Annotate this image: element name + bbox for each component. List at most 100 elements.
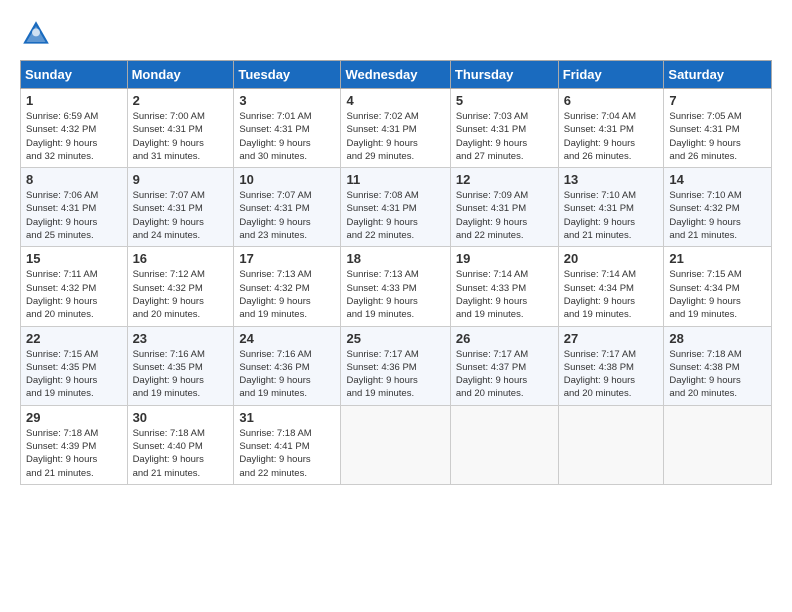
- day-info: Sunrise: 7:13 AM Sunset: 4:33 PM Dayligh…: [346, 268, 444, 321]
- day-cell: 17 Sunrise: 7:13 AM Sunset: 4:32 PM Dayli…: [234, 247, 341, 326]
- day-number: 16: [133, 251, 229, 266]
- day-cell: 18 Sunrise: 7:13 AM Sunset: 4:33 PM Dayli…: [341, 247, 450, 326]
- day-number: 31: [239, 410, 335, 425]
- day-cell: 6 Sunrise: 7:04 AM Sunset: 4:31 PM Daylig…: [558, 89, 664, 168]
- day-cell: 23 Sunrise: 7:16 AM Sunset: 4:35 PM Dayli…: [127, 326, 234, 405]
- day-info: Sunrise: 7:03 AM Sunset: 4:31 PM Dayligh…: [456, 110, 553, 163]
- day-number: 30: [133, 410, 229, 425]
- day-cell: 5 Sunrise: 7:03 AM Sunset: 4:31 PM Daylig…: [450, 89, 558, 168]
- day-cell: 27 Sunrise: 7:17 AM Sunset: 4:38 PM Dayli…: [558, 326, 664, 405]
- day-cell: 14 Sunrise: 7:10 AM Sunset: 4:32 PM Dayli…: [664, 168, 772, 247]
- weekday-wednesday: Wednesday: [341, 61, 450, 89]
- day-cell: 22 Sunrise: 7:15 AM Sunset: 4:35 PM Dayli…: [21, 326, 128, 405]
- day-info: Sunrise: 7:01 AM Sunset: 4:31 PM Dayligh…: [239, 110, 335, 163]
- day-cell: 7Sunrise: 7:05 AM Sunset: 4:31 PM Daylig…: [664, 89, 772, 168]
- day-info: Sunrise: 7:02 AM Sunset: 4:31 PM Dayligh…: [346, 110, 444, 163]
- day-cell: 3 Sunrise: 7:01 AM Sunset: 4:31 PM Daylig…: [234, 89, 341, 168]
- day-number: 29: [26, 410, 122, 425]
- day-cell: 29 Sunrise: 7:18 AM Sunset: 4:39 PM Dayli…: [21, 405, 128, 484]
- day-number: 18: [346, 251, 444, 266]
- day-cell: 4 Sunrise: 7:02 AM Sunset: 4:31 PM Daylig…: [341, 89, 450, 168]
- day-number: 28: [669, 331, 766, 346]
- day-number: 4: [346, 93, 444, 108]
- day-number: 20: [564, 251, 659, 266]
- day-number: 22: [26, 331, 122, 346]
- weekday-header-row: SundayMondayTuesdayWednesdayThursdayFrid…: [21, 61, 772, 89]
- weekday-monday: Monday: [127, 61, 234, 89]
- day-cell: 21 Sunrise: 7:15 AM Sunset: 4:34 PM Dayli…: [664, 247, 772, 326]
- day-cell: 31 Sunrise: 7:18 AM Sunset: 4:41 PM Dayli…: [234, 405, 341, 484]
- day-number: 17: [239, 251, 335, 266]
- day-cell: 2Sunrise: 7:00 AM Sunset: 4:31 PM Daylig…: [127, 89, 234, 168]
- day-number: 10: [239, 172, 335, 187]
- week-row-2: 8 Sunrise: 7:06 AM Sunset: 4:31 PM Daylig…: [21, 168, 772, 247]
- day-info: Sunrise: 7:07 AM Sunset: 4:31 PM Dayligh…: [239, 189, 335, 242]
- day-number: 19: [456, 251, 553, 266]
- day-info: Sunrise: 7:15 AM Sunset: 4:34 PM Dayligh…: [669, 268, 766, 321]
- page: SundayMondayTuesdayWednesdayThursdayFrid…: [0, 0, 792, 612]
- day-number: 26: [456, 331, 553, 346]
- day-number: 27: [564, 331, 659, 346]
- day-number: 21: [669, 251, 766, 266]
- day-info: Sunrise: 7:15 AM Sunset: 4:35 PM Dayligh…: [26, 348, 122, 401]
- day-number: 11: [346, 172, 444, 187]
- day-info: Sunrise: 7:07 AM Sunset: 4:31 PM Dayligh…: [133, 189, 229, 242]
- day-info: Sunrise: 7:16 AM Sunset: 4:35 PM Dayligh…: [133, 348, 229, 401]
- day-info: Sunrise: 7:06 AM Sunset: 4:31 PM Dayligh…: [26, 189, 122, 242]
- day-cell: 15Sunrise: 7:11 AM Sunset: 4:32 PM Dayli…: [21, 247, 128, 326]
- day-cell: 8 Sunrise: 7:06 AM Sunset: 4:31 PM Daylig…: [21, 168, 128, 247]
- day-cell: 24 Sunrise: 7:16 AM Sunset: 4:36 PM Dayli…: [234, 326, 341, 405]
- day-info: Sunrise: 7:16 AM Sunset: 4:36 PM Dayligh…: [239, 348, 335, 401]
- day-cell: [664, 405, 772, 484]
- day-info: Sunrise: 7:17 AM Sunset: 4:36 PM Dayligh…: [346, 348, 444, 401]
- day-cell: 20 Sunrise: 7:14 AM Sunset: 4:34 PM Dayli…: [558, 247, 664, 326]
- day-info: Sunrise: 7:12 AM Sunset: 4:32 PM Dayligh…: [133, 268, 229, 321]
- weekday-tuesday: Tuesday: [234, 61, 341, 89]
- header: [20, 18, 772, 50]
- week-row-4: 22 Sunrise: 7:15 AM Sunset: 4:35 PM Dayli…: [21, 326, 772, 405]
- day-info: Sunrise: 7:18 AM Sunset: 4:38 PM Dayligh…: [669, 348, 766, 401]
- logo-icon: [20, 18, 52, 50]
- day-info: Sunrise: 7:14 AM Sunset: 4:33 PM Dayligh…: [456, 268, 553, 321]
- day-number: 25: [346, 331, 444, 346]
- day-number: 14: [669, 172, 766, 187]
- day-cell: 13Sunrise: 7:10 AM Sunset: 4:31 PM Dayli…: [558, 168, 664, 247]
- day-number: 9: [133, 172, 229, 187]
- day-info: Sunrise: 7:18 AM Sunset: 4:41 PM Dayligh…: [239, 427, 335, 480]
- day-info: Sunrise: 7:09 AM Sunset: 4:31 PM Dayligh…: [456, 189, 553, 242]
- day-cell: [558, 405, 664, 484]
- weekday-saturday: Saturday: [664, 61, 772, 89]
- day-info: Sunrise: 7:10 AM Sunset: 4:32 PM Dayligh…: [669, 189, 766, 242]
- day-number: 8: [26, 172, 122, 187]
- day-number: 3: [239, 93, 335, 108]
- day-cell: 11 Sunrise: 7:08 AM Sunset: 4:31 PM Dayli…: [341, 168, 450, 247]
- day-info: Sunrise: 7:04 AM Sunset: 4:31 PM Dayligh…: [564, 110, 659, 163]
- day-cell: [341, 405, 450, 484]
- day-cell: 10 Sunrise: 7:07 AM Sunset: 4:31 PM Dayli…: [234, 168, 341, 247]
- day-cell: 28 Sunrise: 7:18 AM Sunset: 4:38 PM Dayli…: [664, 326, 772, 405]
- weekday-friday: Friday: [558, 61, 664, 89]
- day-info: Sunrise: 7:18 AM Sunset: 4:39 PM Dayligh…: [26, 427, 122, 480]
- day-info: Sunrise: 7:08 AM Sunset: 4:31 PM Dayligh…: [346, 189, 444, 242]
- calendar: SundayMondayTuesdayWednesdayThursdayFrid…: [20, 60, 772, 485]
- week-row-1: 1Sunrise: 6:59 AM Sunset: 4:32 PM Daylig…: [21, 89, 772, 168]
- day-number: 6: [564, 93, 659, 108]
- day-cell: 30Sunrise: 7:18 AM Sunset: 4:40 PM Dayli…: [127, 405, 234, 484]
- day-number: 23: [133, 331, 229, 346]
- day-info: Sunrise: 7:13 AM Sunset: 4:32 PM Dayligh…: [239, 268, 335, 321]
- day-cell: 9 Sunrise: 7:07 AM Sunset: 4:31 PM Daylig…: [127, 168, 234, 247]
- day-info: Sunrise: 7:10 AM Sunset: 4:31 PM Dayligh…: [564, 189, 659, 242]
- weekday-thursday: Thursday: [450, 61, 558, 89]
- day-info: Sunrise: 7:17 AM Sunset: 4:37 PM Dayligh…: [456, 348, 553, 401]
- day-info: Sunrise: 7:17 AM Sunset: 4:38 PM Dayligh…: [564, 348, 659, 401]
- day-info: Sunrise: 7:05 AM Sunset: 4:31 PM Dayligh…: [669, 110, 766, 163]
- week-row-3: 15Sunrise: 7:11 AM Sunset: 4:32 PM Dayli…: [21, 247, 772, 326]
- day-cell: 26 Sunrise: 7:17 AM Sunset: 4:37 PM Dayli…: [450, 326, 558, 405]
- logo: [20, 18, 56, 50]
- day-number: 2: [133, 93, 229, 108]
- day-info: Sunrise: 7:14 AM Sunset: 4:34 PM Dayligh…: [564, 268, 659, 321]
- weekday-sunday: Sunday: [21, 61, 128, 89]
- day-number: 5: [456, 93, 553, 108]
- day-cell: [450, 405, 558, 484]
- day-number: 24: [239, 331, 335, 346]
